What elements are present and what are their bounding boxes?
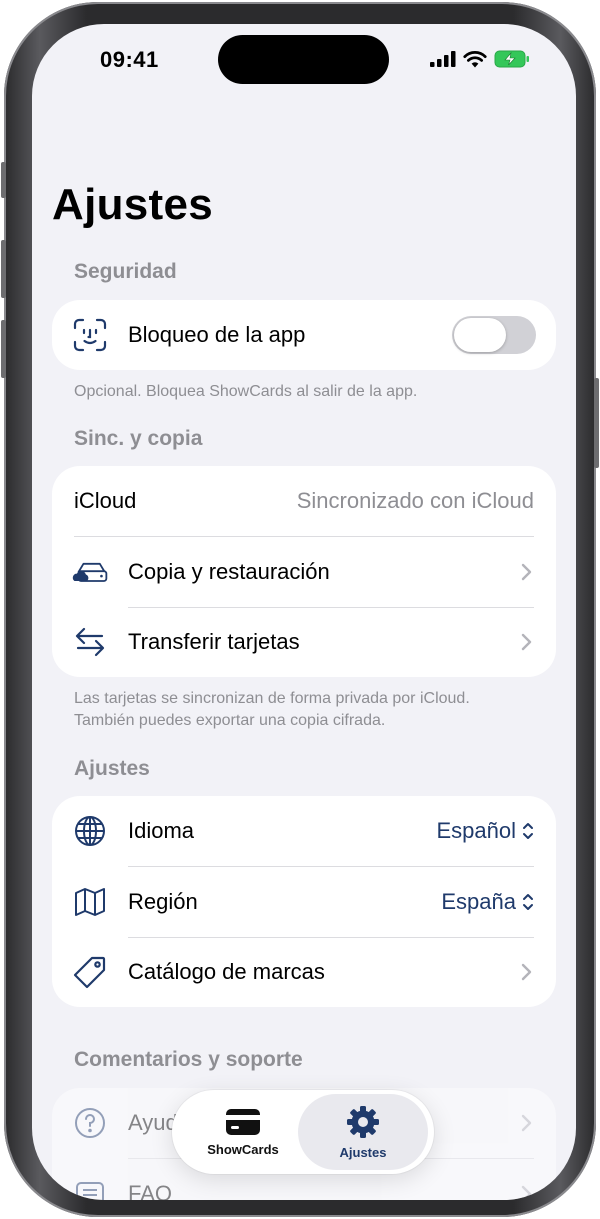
section-header-sync: Sinc. y copia (74, 427, 203, 450)
app-lock-toggle[interactable] (452, 316, 536, 354)
transfer-row[interactable]: Transferir tarjetas (52, 607, 556, 677)
chevron-right-icon (521, 1185, 532, 1200)
battery-icon (494, 50, 529, 68)
language-row[interactable]: Idioma Español (52, 796, 556, 866)
globe-icon (72, 813, 108, 849)
dynamic-island (218, 35, 389, 84)
section-header-settings: Ajustes (74, 757, 150, 780)
screen: 09:41 Ajustes Seguridad Bloqueo de la ap… (32, 24, 576, 1200)
settings-card: Idioma Español Región España Catálogo de… (52, 796, 556, 1007)
map-icon (72, 884, 108, 920)
faq-label: FAQ (128, 1181, 173, 1200)
cloud-drive-icon (72, 554, 108, 590)
list-icon (72, 1176, 108, 1200)
sync-footer: Las tarjetas se sincronizan de forma pri… (74, 688, 544, 732)
tab-bar: ShowCards Ajustes (172, 1090, 434, 1174)
brands-label: Catálogo de marcas (128, 959, 325, 984)
security-footer: Opcional. Bloquea ShowCards al salir de … (74, 383, 418, 400)
region-row[interactable]: Región España (52, 867, 556, 937)
tag-icon (72, 954, 108, 990)
volume-up-button (1, 240, 6, 298)
region-select[interactable]: España (441, 889, 534, 915)
sync-card: iCloud Sincronizado con iCloud Copia y r… (52, 466, 556, 677)
signal-icon (430, 51, 456, 67)
chevron-right-icon (521, 633, 532, 651)
icloud-row: iCloud Sincronizado con iCloud (52, 466, 556, 536)
backup-row[interactable]: Copia y restauración (52, 537, 556, 607)
sync-footer-line-1: Las tarjetas se sincronizan de forma pri… (74, 690, 470, 707)
brands-row[interactable]: Catálogo de marcas (52, 937, 556, 1007)
tab-settings-label: Ajustes (339, 1144, 387, 1160)
chevron-right-icon (521, 963, 532, 981)
arrows-transfer-icon (72, 624, 108, 660)
region-label: Región (128, 889, 198, 914)
tab-showcards[interactable]: ShowCards (178, 1094, 308, 1170)
volume-down-button (1, 320, 6, 378)
app-lock-label: Bloqueo de la app (128, 322, 306, 347)
tab-showcards-label: ShowCards (207, 1141, 279, 1157)
card-icon (226, 1108, 260, 1135)
gear-icon (347, 1105, 379, 1138)
question-icon (72, 1105, 108, 1141)
chevron-up-down-icon (523, 894, 533, 910)
section-header-security: Seguridad (74, 260, 177, 283)
status-icons (430, 50, 530, 68)
icloud-label: iCloud (74, 488, 137, 513)
page-title: Ajustes (52, 180, 214, 229)
phone-frame: 09:41 Ajustes Seguridad Bloqueo de la ap… (1, 2, 599, 1217)
icloud-status-value: Sincronizado con iCloud (296, 488, 534, 513)
action-button (1, 162, 6, 198)
app-lock-row[interactable]: Bloqueo de la app (52, 300, 556, 370)
chevron-right-icon (521, 563, 532, 581)
security-card: Bloqueo de la app (52, 300, 556, 370)
transfer-label: Transferir tarjetas (128, 629, 300, 654)
sync-footer-line-2: También puedes exportar una copia cifrad… (74, 712, 386, 729)
status-time: 09:41 (100, 47, 159, 72)
section-header-support: Comentarios y soporte (74, 1048, 303, 1071)
chevron-up-down-icon (523, 823, 533, 839)
chevron-right-icon (521, 1114, 532, 1132)
side-button (594, 378, 599, 468)
language-select[interactable]: Español (436, 818, 534, 844)
backup-label: Copia y restauración (128, 559, 330, 584)
language-value: Español (436, 818, 516, 843)
face-id-icon (72, 317, 108, 353)
region-value: España (441, 889, 516, 914)
language-label: Idioma (128, 818, 195, 843)
toggle-knob (454, 318, 506, 352)
wifi-icon (463, 50, 487, 67)
tab-settings[interactable]: Ajustes (298, 1094, 428, 1170)
